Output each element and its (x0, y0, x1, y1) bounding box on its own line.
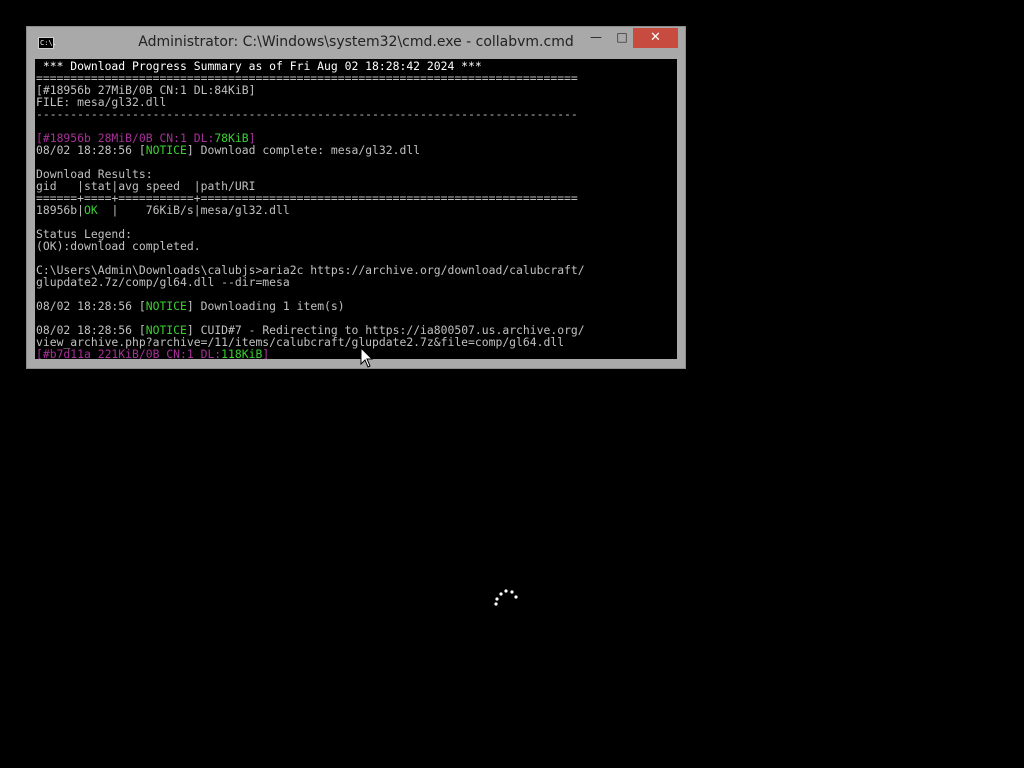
progress-bracket-close: ] (262, 347, 270, 359)
notice-message: ] Downloading 1 item(s) (186, 299, 345, 313)
loading-spinner-icon (494, 589, 518, 606)
console-line-command-cont: glupdate2.7z/comp/gl64.dll --dir=mesa (36, 275, 290, 289)
result-details: | 76KiB/s|mesa/gl32.dll (97, 203, 290, 217)
notice-message: ] Download complete: mesa/gl32.dll (186, 143, 421, 157)
notice-tag: NOTICE (145, 143, 187, 157)
desktop: C:\. Administrator: C:\Windows\system32\… (0, 0, 1024, 768)
console-line-notice: 08/02 18:28:56 [NOTICE] Downloading 1 it… (36, 300, 345, 312)
console-line-results-row: 18956b|OK | 76KiB/s|mesa/gl32.dll (36, 204, 290, 216)
result-gid: 18956b| (36, 203, 85, 217)
close-button[interactable]: ✕ (633, 28, 678, 48)
progress-bracket-open: [#b7d11a 221KiB/0B CN:1 DL: (36, 347, 222, 359)
maximize-button[interactable]: □ (609, 28, 635, 48)
result-status: OK (84, 203, 98, 217)
notice-prefix: 08/02 18:28:56 [ (36, 299, 146, 313)
console-line-notice: 08/02 18:28:56 [NOTICE] Download complet… (36, 144, 420, 156)
console-output[interactable]: *** Download Progress Summary as of Fri … (35, 59, 677, 359)
notice-tag: NOTICE (145, 299, 187, 313)
notice-prefix: 08/02 18:28:56 [ (36, 143, 146, 157)
minimize-button[interactable]: — (583, 28, 609, 48)
console-line-legend-entry: (OK):download completed. (36, 239, 201, 253)
download-rate: 118KiB (221, 347, 263, 359)
title-bar[interactable]: C:\. Administrator: C:\Windows\system32\… (27, 27, 685, 58)
mouse-pointer-icon (360, 347, 374, 368)
console-line-separator: ----------------------------------------… (36, 107, 578, 121)
console-line-progress-status: [#b7d11a 221KiB/0B CN:1 DL:118KiB] (36, 348, 269, 359)
cmd-window: C:\. Administrator: C:\Windows\system32\… (26, 26, 686, 369)
